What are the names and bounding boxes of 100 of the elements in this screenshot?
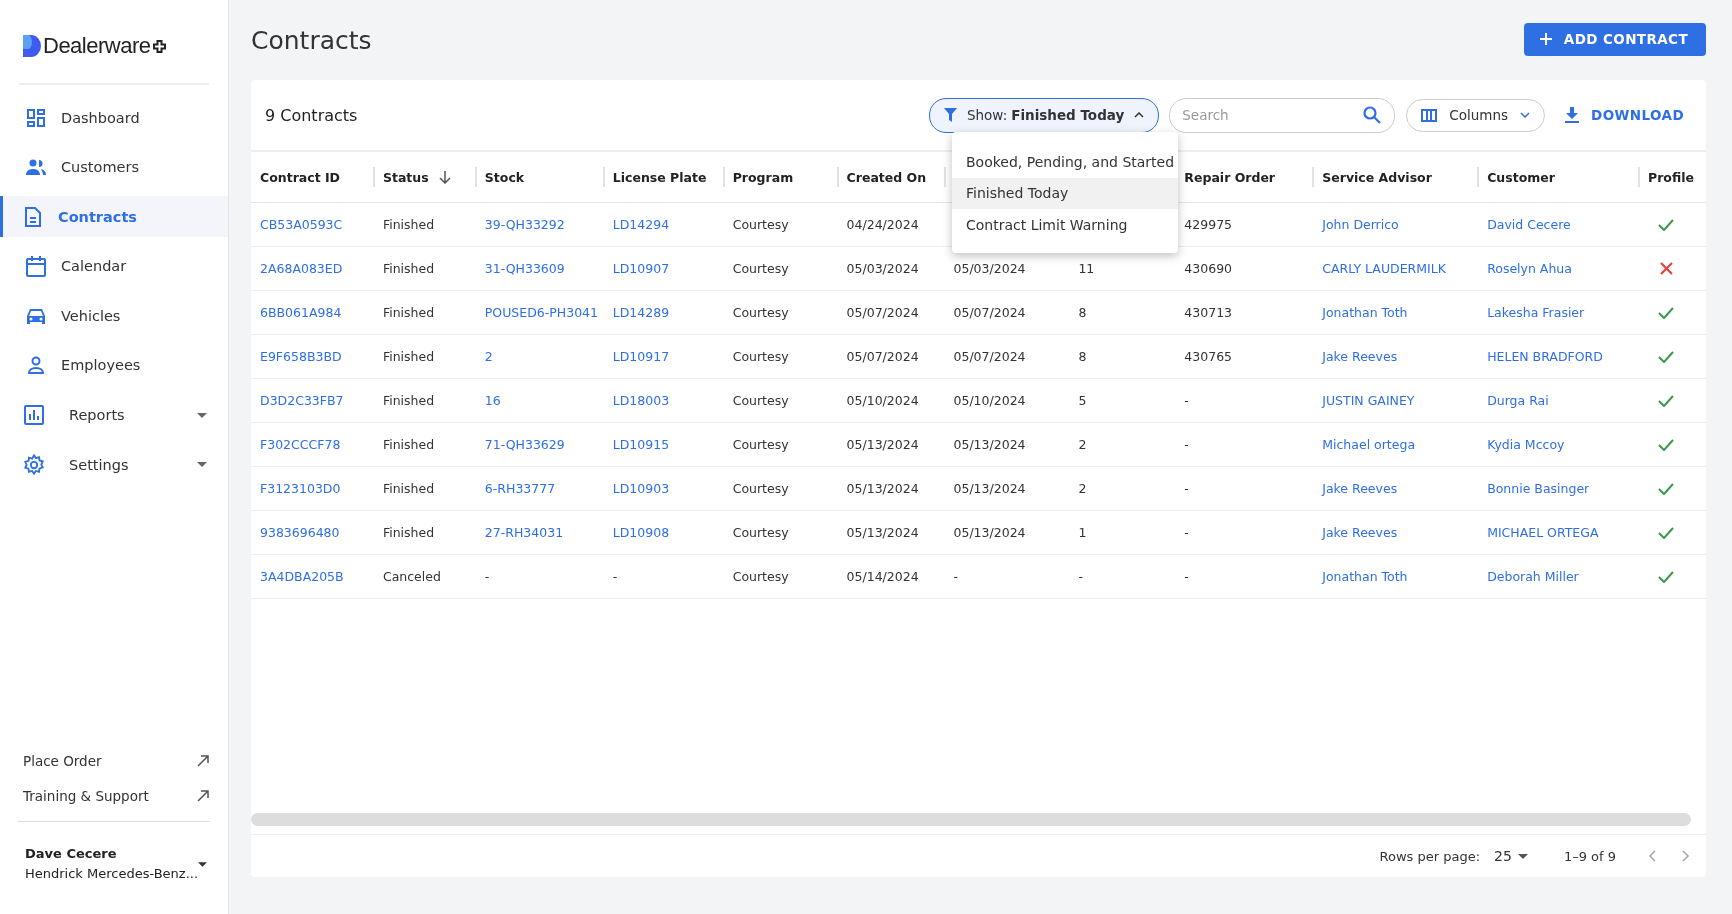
table-link[interactable]: JUSTIN GAINEY [1322,393,1415,408]
menu-item[interactable]: Booked, Pending, and Started [952,146,1178,178]
caret-icon [197,462,207,468]
table-link[interactable]: Lakesha Frasier [1487,305,1585,320]
rows-per-page-select[interactable]: 25 [1494,848,1528,864]
table-link[interactable]: POUSED6-PH3041 [484,305,599,320]
table-link[interactable]: CARLY LAUDERMILK [1322,261,1446,276]
table-link[interactable]: Jonathan Toth [1322,569,1408,584]
table-cell: Courtesy [732,481,789,496]
table-link[interactable]: Jake Reeves [1322,349,1398,364]
filter-button[interactable]: Show: Finished Today [928,97,1160,133]
table-link[interactable]: F302CCCF78 [260,437,341,452]
table-link[interactable]: 2 [484,349,493,364]
search-icon [1363,105,1382,124]
table-link[interactable]: LD18003 [612,393,670,408]
rows-per-page-label: Rows per page: [1379,848,1481,864]
table-cell: 05/07/2024 [953,349,1026,364]
table-cell: - [953,569,958,584]
table-link[interactable]: Roselyn Ahua [1487,261,1572,276]
table-link[interactable]: LD14294 [612,217,670,232]
table-link[interactable]: 3A4DBA205B [260,569,344,584]
caret-icon[interactable] [198,861,207,867]
search-field[interactable]: Search [1169,97,1396,133]
table-link[interactable]: 27-RH34031 [484,525,564,540]
table-cell: 05/07/2024 [953,305,1026,320]
table-link[interactable]: Jake Reeves [1322,481,1398,496]
table-link[interactable]: Kydia Mccoy [1487,437,1565,452]
table-cell: Finished [382,349,435,364]
table-link[interactable]: F3123103D0 [260,481,341,496]
nav-item[interactable]: Reports [0,394,228,436]
table-cell: 05/10/2024 [846,393,919,408]
add-contract-button[interactable]: ADD CONTRACT [1523,22,1706,56]
nav-item[interactable]: Customers [0,146,228,188]
menu-item[interactable]: Finished Today [952,177,1178,209]
menu-item[interactable]: Contract Limit Warning [952,209,1178,241]
table-link[interactable]: 31-QH33609 [484,261,565,276]
nav-item[interactable]: Employees [0,344,228,386]
table-cell: 05/13/2024 [846,437,919,452]
table-link[interactable]: 6-RH33777 [484,481,556,496]
table-link[interactable]: 39-QH33292 [484,217,565,232]
table-cell: 05/13/2024 [846,525,919,540]
table-cell: 8 [1078,305,1087,320]
next-page-icon[interactable] [1682,850,1690,862]
table-link[interactable]: Jonathan Toth [1322,305,1408,320]
column-header[interactable]: Created On [846,169,927,185]
people-icon [25,158,47,177]
table-link[interactable]: - [484,569,490,584]
table-link[interactable]: 71-QH33629 [484,437,565,452]
table-link[interactable]: Michael ortega [1322,437,1416,452]
table-link[interactable]: Durga Rai [1487,393,1549,408]
table-link[interactable]: Bonnie Basinger [1487,481,1590,496]
car-icon [25,306,47,325]
column-header[interactable]: Contract ID [260,169,340,185]
table-link[interactable]: E9F658B3BD [260,349,342,364]
table-link[interactable]: David Cecere [1487,217,1571,232]
nav-item[interactable]: Settings [0,444,228,486]
nav-item[interactable]: Contracts [0,196,228,238]
table-link[interactable]: MICHAEL ORTEGA [1487,525,1599,540]
column-header[interactable]: License Plate [612,169,707,185]
nav-item[interactable]: Dashboard [0,97,228,138]
table-cell: 5 [1078,393,1087,408]
table-link[interactable]: LD14289 [612,305,670,320]
table-link[interactable]: LD10917 [612,349,670,364]
calendar-icon [25,255,47,278]
nav-item[interactable]: Calendar [0,245,228,287]
column-header[interactable]: Program [732,169,794,185]
column-header[interactable]: Status [382,169,451,185]
nav-item[interactable]: Vehicles [0,295,228,337]
table-link[interactable]: 9383696480 [260,525,340,540]
column-header[interactable]: Customer [1487,169,1555,185]
table-cell: Courtesy [732,393,789,408]
external-link[interactable]: Place Order [0,743,228,778]
table-link[interactable]: CB53A0593C [260,217,343,232]
table-link[interactable]: Jake Reeves [1322,525,1398,540]
table-cell: 05/07/2024 [846,349,919,364]
table-link[interactable]: LD10915 [612,437,670,452]
external-link-icon [197,754,209,767]
table-cell: 11 [1078,261,1095,276]
table-link[interactable]: D3D2C33FB7 [260,393,344,408]
column-header[interactable]: Stock [484,169,525,185]
previous-page-icon[interactable] [1648,850,1656,862]
horizontal-scrollbar[interactable] [251,813,1691,826]
table-link[interactable]: LD10908 [612,525,670,540]
column-header[interactable]: Service Advisor [1322,169,1432,185]
external-link[interactable]: Training & Support [0,778,228,813]
table-link[interactable]: 16 [484,393,501,408]
column-header[interactable]: Profile [1648,169,1694,185]
table-link[interactable]: John Derrico [1322,217,1399,232]
table-link[interactable]: 6BB061A984 [260,305,342,320]
table-cell: Courtesy [732,525,789,540]
table-link[interactable]: LD10903 [612,481,670,496]
column-header[interactable]: Repair Order [1184,169,1276,185]
table-link[interactable]: 2A68A083ED [260,261,343,276]
table-cell: 05/13/2024 [953,525,1026,540]
columns-button[interactable]: Columns [1406,98,1546,132]
download-button[interactable]: DOWNLOAD [1565,107,1684,123]
table-link[interactable]: Deborah Miller [1487,569,1579,584]
table-link[interactable]: - [612,569,618,584]
table-link[interactable]: LD10907 [612,261,670,276]
table-link[interactable]: HELEN BRADFORD [1487,349,1603,364]
